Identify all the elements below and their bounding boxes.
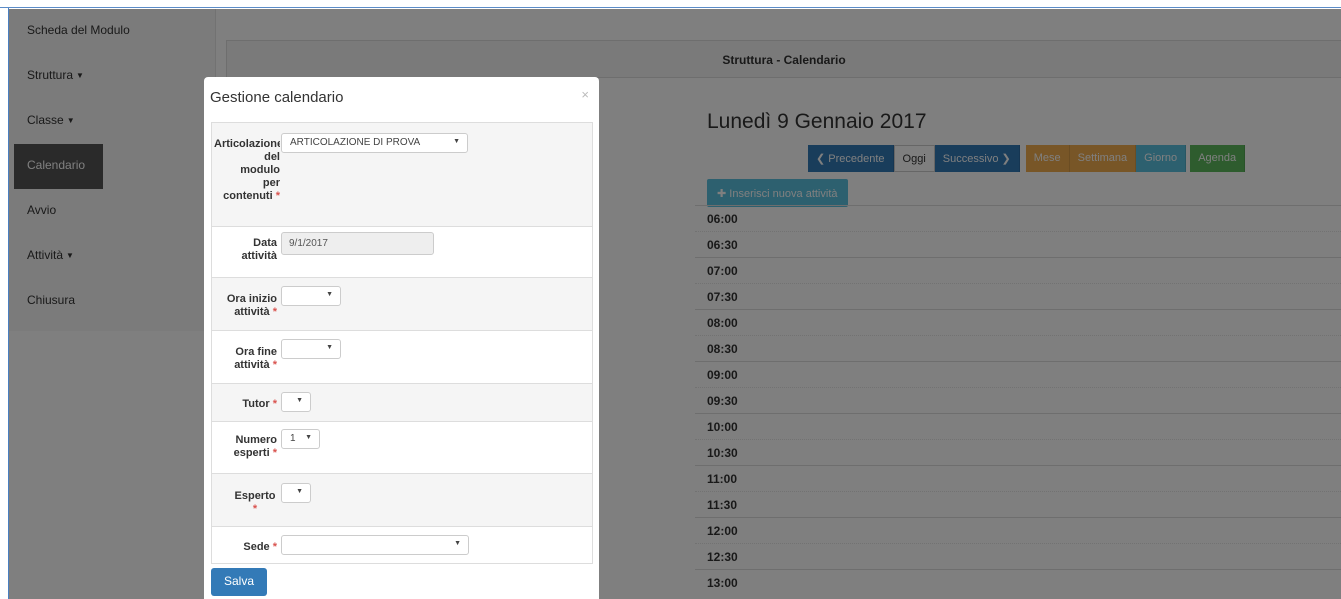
label-line: attività bbox=[241, 250, 277, 262]
caret-down-icon: ▼ bbox=[453, 138, 460, 145]
numero-esperti-value: 1 bbox=[290, 433, 296, 444]
ora-inizio-label: Ora inizio attività * bbox=[227, 293, 277, 319]
label-line: modulo bbox=[240, 164, 280, 176]
caret-down-icon: ▼ bbox=[305, 434, 312, 441]
save-button[interactable]: Salva bbox=[211, 568, 267, 596]
esperto-select[interactable]: ▼ bbox=[281, 483, 311, 503]
label-line: Numero bbox=[235, 434, 277, 446]
label-line: esperti bbox=[233, 447, 270, 459]
sede-label: Sede * bbox=[243, 541, 277, 554]
modal-title: Gestione calendario bbox=[210, 89, 344, 106]
caret-down-icon: ▼ bbox=[454, 540, 461, 547]
label-line: attività bbox=[234, 306, 270, 318]
form-row-data: Data attività 9/1/2017 bbox=[212, 227, 592, 278]
label-line: Ora fine bbox=[235, 346, 277, 358]
caret-down-icon: ▼ bbox=[326, 291, 333, 298]
data-input[interactable]: 9/1/2017 bbox=[281, 232, 434, 255]
label-line: Articolazione bbox=[214, 138, 280, 150]
articolazione-value: ARTICOLAZIONE DI PROVA bbox=[290, 137, 421, 148]
form-row-articolazione: Articolazione del modulo per contenuti *… bbox=[212, 123, 592, 227]
label-line: del bbox=[264, 151, 280, 163]
form-row-tutor: Tutor * ▼ bbox=[212, 384, 592, 422]
required-mark: * bbox=[275, 190, 280, 202]
label-line: Data bbox=[253, 237, 277, 249]
tutor-select[interactable]: ▼ bbox=[281, 392, 311, 412]
close-icon[interactable]: × bbox=[581, 87, 589, 102]
form-row-numero-esperti: Numero esperti * 1 ▼ bbox=[212, 422, 592, 474]
numero-esperti-label: Numero esperti * bbox=[234, 434, 277, 460]
form-row-esperto: Esperto * ▼ bbox=[212, 474, 592, 527]
form-row-ora-inizio: Ora inizio attività * ▼ bbox=[212, 278, 592, 331]
articolazione-label: Articolazione del modulo per contenuti * bbox=[214, 138, 280, 203]
label-line: Sede bbox=[243, 541, 270, 553]
sede-select[interactable]: ▼ bbox=[281, 535, 469, 555]
numero-esperti-select[interactable]: 1 ▼ bbox=[281, 429, 320, 449]
ora-fine-select[interactable]: ▼ bbox=[281, 339, 341, 359]
label-line: contenuti bbox=[223, 190, 273, 202]
required-mark: * bbox=[272, 447, 277, 459]
label-line: per bbox=[262, 177, 280, 189]
data-label: Data attività bbox=[242, 237, 277, 263]
required-mark: * bbox=[252, 503, 258, 515]
label-line: attività bbox=[234, 359, 270, 371]
label-line: Ora inizio bbox=[226, 293, 277, 305]
label-line: Tutor bbox=[242, 398, 270, 410]
caret-down-icon: ▼ bbox=[326, 344, 333, 351]
required-mark: * bbox=[272, 398, 277, 410]
required-mark: * bbox=[272, 306, 277, 318]
label-line: Esperto bbox=[234, 490, 276, 502]
form-row-ora-fine: Ora fine attività * ▼ bbox=[212, 331, 592, 384]
required-mark: * bbox=[272, 541, 277, 553]
top-border bbox=[0, 0, 1341, 8]
esperto-label: Esperto * bbox=[233, 490, 277, 516]
form-row-sede: Sede * ▼ bbox=[212, 527, 592, 565]
articolazione-select[interactable]: ARTICOLAZIONE DI PROVA ▼ bbox=[281, 133, 468, 153]
tutor-label: Tutor * bbox=[242, 398, 277, 411]
ora-inizio-select[interactable]: ▼ bbox=[281, 286, 341, 306]
calendar-form: Articolazione del modulo per contenuti *… bbox=[211, 122, 593, 564]
caret-down-icon: ▼ bbox=[296, 488, 303, 495]
caret-down-icon: ▼ bbox=[296, 397, 303, 404]
required-mark: * bbox=[272, 359, 277, 371]
calendar-modal: Gestione calendario × Articolazione del … bbox=[204, 77, 599, 599]
ora-fine-label: Ora fine attività * bbox=[234, 346, 277, 372]
